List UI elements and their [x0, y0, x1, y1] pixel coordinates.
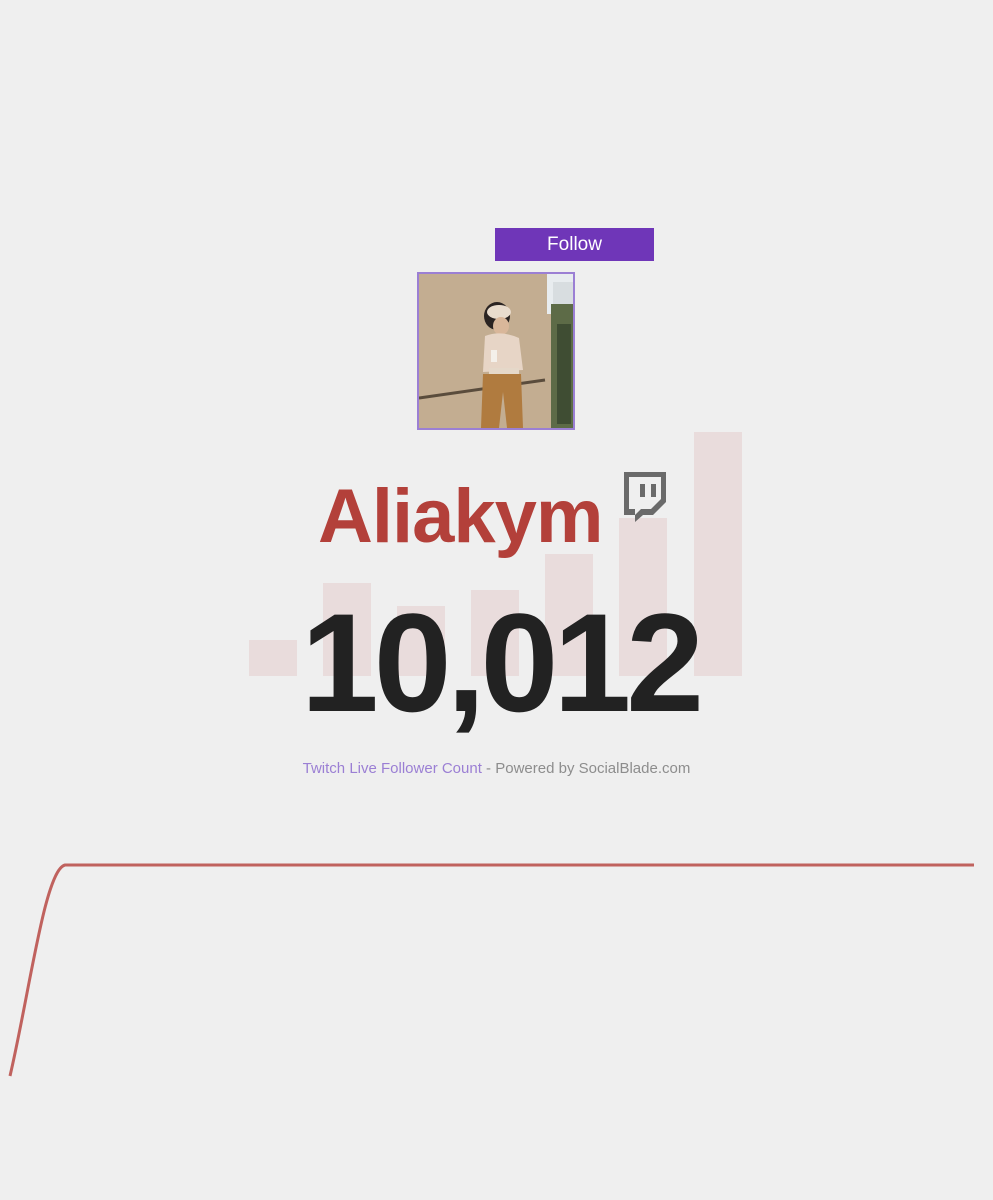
follow-button[interactable]: Follow: [495, 228, 654, 261]
footer-credit: Twitch Live Follower Count - Powered by …: [0, 758, 993, 780]
twitch-icon: [620, 470, 670, 522]
avatar[interactable]: [417, 272, 575, 430]
follower-trend-graph: [0, 840, 993, 1100]
footer-separator: -: [481, 760, 496, 777]
trend-line: [8, 863, 974, 1077]
live-counter-page: Follow Aliakym 10,012 Twitch Live Follow…: [0, 0, 993, 1200]
channel-name: Aliakym: [318, 474, 603, 559]
powered-by-text: Powered by SocialBlade.com: [495, 760, 691, 777]
profile-photo-icon: [419, 274, 573, 428]
follower-count: 10,012: [300, 584, 704, 741]
live-follower-count-link[interactable]: Twitch Live Follower Count: [303, 760, 482, 777]
